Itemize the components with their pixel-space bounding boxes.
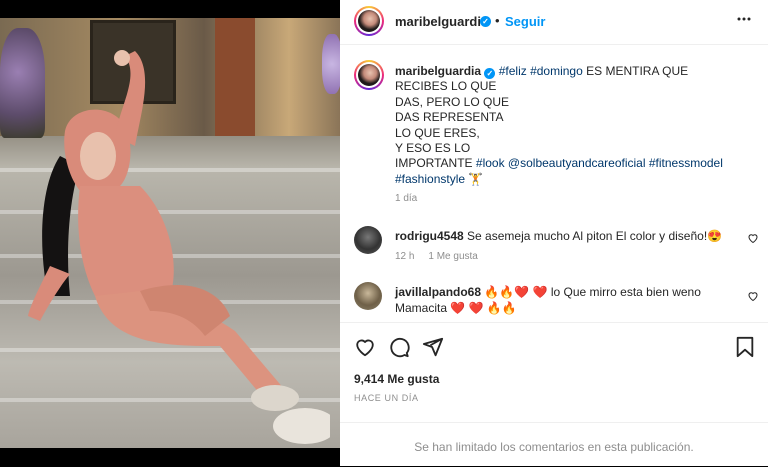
caption-text: LO QUE ERES, xyxy=(395,125,480,140)
caption-username[interactable]: maribelguardia xyxy=(395,64,481,78)
caption-emoji: 🏋 xyxy=(468,171,484,186)
commenter-avatar[interactable] xyxy=(354,282,382,310)
likes-count[interactable]: 9,414 Me gusta xyxy=(354,372,439,386)
commenter-avatar[interactable] xyxy=(354,226,382,254)
comment-likes[interactable]: 1 Me gusta xyxy=(428,251,477,262)
comment-body: javillalpando68 🔥🔥❤️ ❤️ lo Que mirro est… xyxy=(395,284,740,316)
caption-time[interactable]: 1 día xyxy=(395,193,417,204)
verified-icon: ✓ xyxy=(480,16,491,27)
avatar-image xyxy=(358,10,380,32)
author-username[interactable]: maribelguardia xyxy=(395,14,488,29)
post-timestamp[interactable]: HACE UN DÍA xyxy=(354,393,419,403)
comment-time[interactable]: 12 h xyxy=(395,251,414,262)
caption-text: DAS REPRESENTA xyxy=(395,110,504,125)
comment-text: Se asemeja mucho Al piton El color y dis… xyxy=(463,229,723,243)
small-heart-icon[interactable] xyxy=(747,290,759,305)
caption-hashtags[interactable]: #look @solbeautyandcareoficial #fitnessm… xyxy=(476,156,723,170)
caption-text: Y ESO ES LO xyxy=(395,141,471,156)
caption-hashtags[interactable]: #fashionstyle xyxy=(395,172,465,186)
comment-meta: 12 h 1 Me gusta xyxy=(395,251,478,262)
caption-text: IMPORTANTE xyxy=(395,156,476,171)
comments-limited-text: Se han limitado los comentarios en esta … xyxy=(414,440,694,454)
comment-text: 🔥🔥❤️ ❤️ lo Que mirro esta bien weno xyxy=(481,285,701,299)
author-avatar[interactable] xyxy=(354,6,384,36)
post-modal: maribelguardia ✓ • Seguir maribelguardia… xyxy=(0,0,768,466)
caption-text: ES MENTIRA QUE xyxy=(582,64,689,78)
share-icon[interactable] xyxy=(422,336,446,360)
post-side-panel: maribelguardia ✓ • Seguir maribelguardia… xyxy=(340,0,768,466)
post-photo[interactable] xyxy=(0,18,340,448)
bookmark-icon[interactable] xyxy=(735,336,759,360)
more-icon[interactable] xyxy=(737,10,751,31)
post-actions xyxy=(340,322,768,367)
caption-author-avatar[interactable] xyxy=(354,60,384,90)
avatar-image xyxy=(358,64,380,86)
comments-limited-notice: Se han limitado los comentarios en esta … xyxy=(340,422,768,467)
small-heart-icon[interactable] xyxy=(747,232,759,247)
caption-text: DAS, PERO LO QUE xyxy=(395,94,510,109)
comment-username[interactable]: javillalpando68 xyxy=(395,285,481,299)
post-header: maribelguardia ✓ • Seguir xyxy=(340,0,768,45)
comment-body: rodrigu4548 Se asemeja mucho Al piton El… xyxy=(395,228,740,244)
caption-text: RECIBES LO QUE xyxy=(395,79,497,94)
follow-button[interactable]: Seguir xyxy=(505,14,545,29)
verified-icon: ✓ xyxy=(484,68,496,79)
caption-hashtags[interactable]: #feliz #domingo xyxy=(499,64,583,78)
comment-username[interactable]: rodrigu4548 xyxy=(395,229,464,243)
post-caption: maribelguardia ✓ #feliz #domingo ES MENT… xyxy=(395,64,735,187)
comment-text: Mamacita ❤️ ❤️ 🔥🔥 xyxy=(395,301,517,315)
comment-icon[interactable] xyxy=(388,336,412,360)
heart-icon[interactable] xyxy=(354,336,378,360)
photo-woman-figure xyxy=(28,50,330,444)
separator-dot: • xyxy=(495,13,500,28)
